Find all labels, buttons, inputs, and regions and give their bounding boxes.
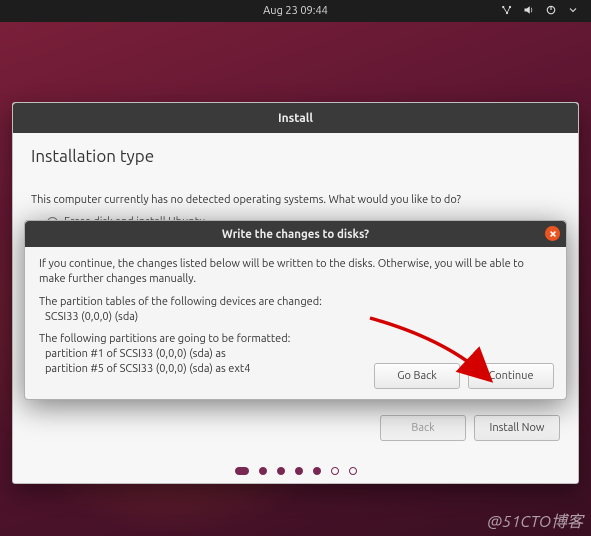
chevron-down-icon[interactable] xyxy=(567,4,579,19)
dialog-title: Write the changes to disks? xyxy=(222,228,369,241)
installer-titlebar: Install xyxy=(13,103,578,133)
top-menu-bar: Aug 23 09:44 xyxy=(0,0,591,22)
page-heading: Installation type xyxy=(31,147,560,166)
watermark-text: @51CTO博客 xyxy=(487,508,583,532)
close-icon[interactable] xyxy=(545,226,560,241)
volume-icon[interactable] xyxy=(523,4,535,19)
dialog-titlebar: Write the changes to disks? xyxy=(25,221,566,247)
dialog-warning: If you continue, the changes listed belo… xyxy=(39,257,552,287)
install-now-button[interactable]: Install Now xyxy=(474,415,560,441)
dot-3 xyxy=(277,467,285,475)
power-icon[interactable] xyxy=(545,4,557,19)
pt-header: The partition tables of the following de… xyxy=(39,296,322,308)
fmt-header: The following partitions are going to be… xyxy=(39,333,290,345)
dot-4 xyxy=(295,467,303,475)
installer-title: Install xyxy=(278,112,313,125)
progress-dots xyxy=(235,467,357,475)
dot-7 xyxy=(349,467,357,475)
go-back-button[interactable]: Go Back xyxy=(374,363,460,389)
fmt-item-2: partition #5 of SCSI33 (0,0,0) (sda) as … xyxy=(39,363,250,375)
pt-item-1: SCSI33 (0,0,0) (sda) xyxy=(39,311,138,323)
dot-2 xyxy=(259,467,267,475)
dialog-button-bar: Go Back Continue xyxy=(374,363,554,389)
dot-5 xyxy=(313,467,321,475)
back-button[interactable]: Back xyxy=(380,415,466,441)
fmt-item-1: partition #1 of SCSI33 (0,0,0) (sda) as xyxy=(39,348,226,360)
system-tray xyxy=(501,4,579,19)
installer-button-bar: Back Install Now xyxy=(380,415,560,441)
dot-6 xyxy=(331,467,339,475)
clock-label: Aug 23 09:44 xyxy=(263,5,328,17)
desktop-background: Install Installation type This computer … xyxy=(0,22,591,536)
dot-1 xyxy=(235,467,249,475)
network-icon[interactable] xyxy=(501,4,513,19)
confirm-dialog: Write the changes to disks? If you conti… xyxy=(24,220,567,400)
prompt-text: This computer currently has no detected … xyxy=(31,194,560,206)
continue-button[interactable]: Continue xyxy=(468,363,554,389)
